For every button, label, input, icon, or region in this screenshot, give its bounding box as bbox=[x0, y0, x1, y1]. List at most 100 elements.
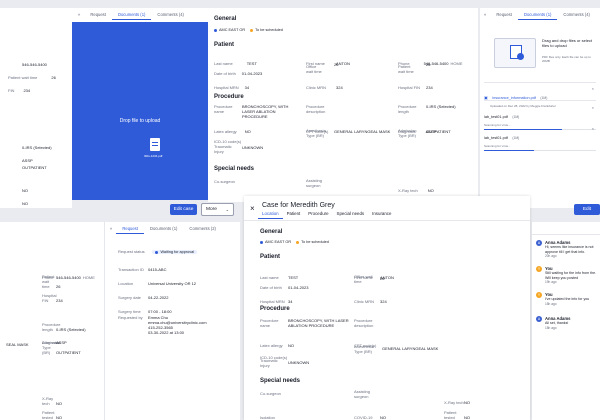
status-value: To be scheduled bbox=[255, 28, 283, 32]
upload-tabs: « Request Documents (1) Comments (4) bbox=[74, 10, 190, 20]
m-trauma-label: Traumatic Injury bbox=[260, 358, 278, 368]
latex-value: NO bbox=[244, 129, 251, 134]
hosp-mrn-value: 34 bbox=[244, 85, 250, 90]
m-office-label: Office wait time bbox=[354, 274, 373, 284]
bl-time-value: 07:00 - 18:00 bbox=[148, 309, 172, 314]
remove-file-3-icon[interactable]: × bbox=[592, 126, 594, 131]
bl-tab-comments[interactable]: Comments (2) bbox=[183, 224, 222, 234]
m-location-status: AMC EAST OR To be scheduled bbox=[260, 240, 329, 244]
bl-collapse-icon[interactable]: « bbox=[106, 224, 116, 234]
bl-lw-k: Patient wait time bbox=[42, 274, 55, 289]
m-anes-value: GENERAL LARYNGEAL MASK bbox=[382, 346, 439, 351]
comment-4: A Anna Adams All set, thanks! 18h ago bbox=[536, 316, 600, 330]
comment-1: A Anna Adams Hi, seems like insurance is… bbox=[536, 240, 600, 258]
upload-tab-comments[interactable]: Comments (4) bbox=[151, 10, 190, 20]
m-isolation-label: Isolation bbox=[260, 415, 275, 420]
c2-text: Still waiting for the info from the. Wil… bbox=[545, 271, 597, 280]
m-status: To be scheduled bbox=[301, 240, 329, 244]
close-icon[interactable]: × bbox=[250, 204, 255, 213]
xray-label: X-Ray tech bbox=[398, 188, 418, 193]
avatar: A bbox=[536, 316, 542, 322]
m-section-special: Special needs bbox=[260, 378, 301, 384]
edit-case-button[interactable]: Edit case bbox=[170, 204, 197, 215]
bottom-left-page: « Request Documents (1) Comments (2) Req… bbox=[0, 222, 240, 420]
m-tested-value: NO bbox=[464, 415, 470, 420]
m-pname-value: BRONCHOSCOPY, WITH LASER ABLATION PROCED… bbox=[288, 318, 349, 328]
anes-value: GENERAL LARYNGEAL MASK bbox=[334, 129, 391, 134]
tl-wait-v: 26 bbox=[51, 75, 56, 80]
docs-tab-request[interactable]: Request bbox=[490, 10, 518, 20]
tl-row-tested: NO bbox=[22, 192, 28, 208]
xray-value: NO bbox=[427, 188, 434, 193]
file-item-3[interactable]: lab_test01.pdf (1M) × Scanning for virus… bbox=[484, 126, 596, 151]
upload-tab-documents[interactable]: Documents (1) bbox=[111, 10, 152, 20]
more-button[interactable]: More ⌄ bbox=[201, 203, 234, 216]
case-modal: × Case for Meredith Grey Location Patien… bbox=[244, 196, 530, 420]
upload-illustration bbox=[494, 38, 536, 68]
m-assist-label: Assisting surgeon bbox=[354, 389, 371, 399]
location-dot-icon bbox=[214, 28, 217, 32]
section-general: General bbox=[214, 16, 237, 22]
collapse-icon[interactable]: « bbox=[74, 10, 84, 20]
bl-tab-documents[interactable]: Documents (1) bbox=[144, 224, 183, 234]
remove-file-1-icon[interactable]: × bbox=[592, 86, 594, 91]
m-covid-value: NO bbox=[380, 415, 386, 420]
m-row-tested: Patient tested NO bbox=[444, 406, 470, 420]
location-status-row: AMC EAST OR To be scheduled bbox=[214, 28, 283, 32]
comments-panel: A Anna Adams Hi, seems like insurance is… bbox=[532, 222, 600, 420]
proc-len-label: Procedure length bbox=[398, 104, 417, 114]
assist-label: Assisting surgeon bbox=[306, 178, 323, 188]
drag-drop-title[interactable]: Drag and drop files or select files to u… bbox=[542, 38, 598, 48]
trauma-label: Traumatic Injury bbox=[214, 144, 232, 154]
modal-tabs: Location Patient Procedure Special needs… bbox=[258, 209, 395, 219]
remove-file-2-icon[interactable]: × bbox=[592, 105, 594, 110]
section-patient: Patient bbox=[214, 42, 235, 48]
docs-tab-comments[interactable]: Comments (4) bbox=[557, 10, 596, 20]
upload-tab-request[interactable]: Request bbox=[84, 10, 112, 20]
bl-lp-extra: HOME bbox=[82, 275, 95, 280]
c1-text: Hi, seems like insurance is not approve … bbox=[545, 245, 594, 254]
docs-collapse-icon[interactable]: « bbox=[480, 10, 490, 20]
docs-tab-documents[interactable]: Documents (1) bbox=[517, 10, 558, 20]
bl-lt-k: Patient tested bbox=[42, 410, 55, 420]
m-cmrn-value: 324 bbox=[380, 299, 387, 304]
comment-2: Y You Still waiting for the info from th… bbox=[536, 266, 600, 284]
more-label: More bbox=[206, 207, 217, 212]
proc-name-label: Procedure name bbox=[214, 104, 233, 114]
drag-drop-subtitle: PDF files only. Each file can be up to 2… bbox=[542, 55, 591, 63]
patient-wait-label: Patient wait time bbox=[398, 64, 414, 74]
bl-tab-request[interactable]: Request bbox=[116, 224, 144, 234]
avatar: Y bbox=[536, 266, 542, 272]
tl-fin-k: FIN bbox=[8, 88, 15, 93]
trauma-value: UNKNOWN bbox=[242, 145, 264, 150]
drop-zone[interactable]: Drop file to upload IMG-1234.pdf bbox=[72, 22, 208, 200]
modal-title: Case for Meredith Grey bbox=[262, 202, 335, 209]
m-location: AMC EAST OR bbox=[265, 240, 292, 244]
bl-left-fin: Hospital FIN 234 bbox=[42, 289, 63, 307]
row-hosp-fin: Hospital FIN 234 bbox=[398, 76, 433, 94]
hosp-fin-value: 234 bbox=[426, 85, 433, 90]
m-xray-value: NO bbox=[464, 400, 470, 405]
bl-left-tested: Patient tested NO bbox=[42, 406, 62, 420]
tab-procedure[interactable]: Procedure bbox=[304, 209, 332, 219]
c3-time: 18h ago bbox=[545, 301, 557, 306]
section-special-needs: Special needs bbox=[214, 166, 255, 172]
hosp-mrn-label: Hospital MRN bbox=[214, 85, 239, 90]
c1-time: 20h ago bbox=[545, 254, 557, 259]
avatar: A bbox=[536, 240, 542, 246]
m-hmrn-label: Hospital MRN bbox=[260, 299, 285, 304]
tab-insurance[interactable]: Insurance bbox=[368, 209, 395, 219]
co-surgeon-label: Co-surgeon bbox=[214, 179, 235, 184]
m-tested-label: Patient tested bbox=[444, 410, 457, 420]
location-value: AMC EAST OR bbox=[219, 28, 246, 32]
row-clinic-mrn: Clinic MRN 324 bbox=[306, 76, 343, 94]
m-anes-label: Anesthesia Type (BR) bbox=[354, 344, 374, 354]
bl-lf-k: Hospital FIN bbox=[42, 293, 57, 303]
left-partial-panel: 546-546-5400 Patient wait time 26 FIN 234 … bbox=[0, 8, 72, 208]
tab-special-needs[interactable]: Special needs bbox=[333, 209, 369, 219]
m-section-patient: Patient bbox=[260, 254, 281, 260]
status-dot-icon bbox=[250, 28, 254, 32]
tab-location[interactable]: Location bbox=[258, 209, 283, 219]
edit-button-right[interactable]: Edit bbox=[574, 204, 600, 215]
tab-patient[interactable]: Patient bbox=[283, 209, 305, 219]
